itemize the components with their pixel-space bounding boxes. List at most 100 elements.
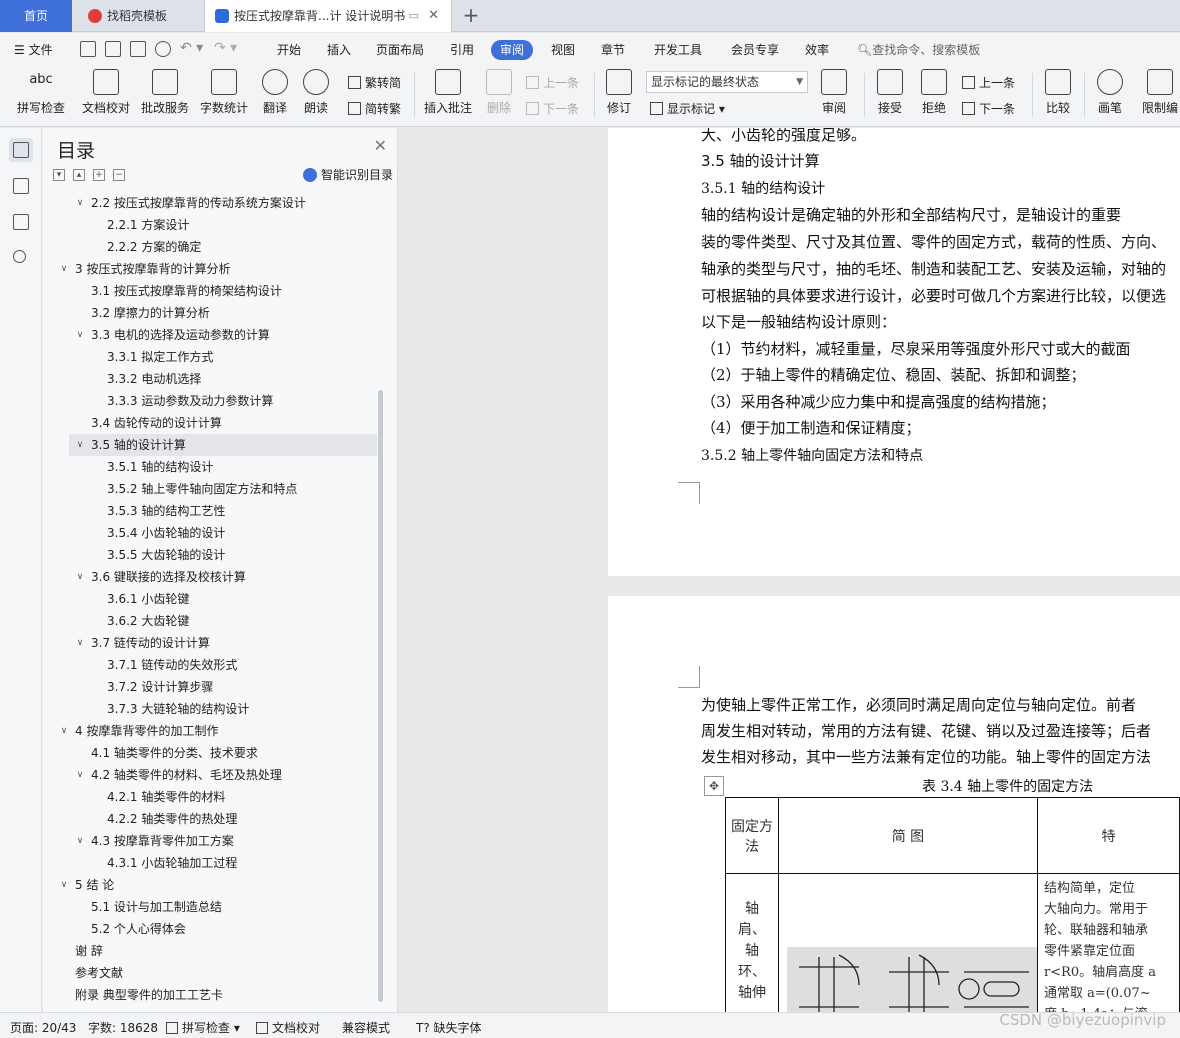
read-aloud-button[interactable]: 朗读 xyxy=(301,69,331,116)
page-indicator[interactable]: 页面: 20/43 xyxy=(10,1019,76,1036)
tab-home[interactable]: 首页 xyxy=(0,0,72,32)
save-icon[interactable] xyxy=(80,41,96,57)
toc-item[interactable]: 4.1 轴类零件的分类、技术要求 xyxy=(43,742,383,764)
word-count-indicator[interactable]: 字数: 18628 xyxy=(88,1019,158,1036)
toc-pane-button[interactable] xyxy=(9,138,33,162)
reject-button[interactable]: 拒绝 xyxy=(916,69,952,116)
toc-item[interactable]: 3.2 摩擦力的计算分析 xyxy=(43,302,383,324)
chevron-down-icon[interactable]: ∨ xyxy=(74,830,86,852)
table-move-icon[interactable]: ✥ xyxy=(704,776,724,796)
toc-item[interactable]: 3.7.1 链传动的失效形式 xyxy=(43,654,383,676)
tab-document[interactable]: 按压式按摩靠背...计 设计说明书 ▭ ✕ xyxy=(204,0,452,32)
menu-review[interactable]: 审阅 xyxy=(491,40,534,60)
menu-layout[interactable]: 页面布局 xyxy=(376,40,424,60)
spell-check-status[interactable]: 拼写检查 ▾ xyxy=(166,1019,240,1036)
menu-view[interactable]: 视图 xyxy=(551,40,575,60)
menu-references[interactable]: 引用 xyxy=(450,40,474,60)
menu-chapter[interactable]: 章节 xyxy=(601,40,625,60)
insert-comment-button[interactable]: 插入批注 xyxy=(422,69,474,116)
export-pdf-icon[interactable] xyxy=(105,41,121,57)
menu-efficiency[interactable]: 效率 xyxy=(805,40,829,60)
toc-item[interactable]: 3.5.1 轴的结构设计 xyxy=(43,456,383,478)
toc-item[interactable]: ∨ 3.3 电机的选择及运动参数的计算 xyxy=(43,324,383,346)
accept-button[interactable]: 接受 xyxy=(872,69,908,116)
toc-item[interactable]: ∨ 5 结 论 xyxy=(43,874,383,896)
toc-item[interactable]: 3.3.2 电动机选择 xyxy=(43,368,383,390)
find-pane-button[interactable] xyxy=(9,246,33,270)
pen-button[interactable]: 画笔 xyxy=(1094,69,1126,116)
tab-popout-icon[interactable]: ▭ xyxy=(409,0,419,32)
toc-item[interactable]: ∨ 3.7 链传动的设计计算 xyxy=(43,632,383,654)
trad-to-simp-button[interactable]: 繁转简 xyxy=(348,74,401,91)
toc-item[interactable]: 3.5.4 小齿轮轴的设计 xyxy=(43,522,383,544)
toc-item[interactable]: 2.2.2 方案的确定 xyxy=(43,236,383,258)
chevron-down-icon[interactable]: ∨ xyxy=(74,764,86,786)
translate-button[interactable]: 翻译 xyxy=(258,69,292,116)
toc-item[interactable]: 3.7.3 大链轮轴的结构设计 xyxy=(43,698,383,720)
toc-item[interactable]: 3.7.2 设计计算步骤 xyxy=(43,676,383,698)
redo-icon[interactable]: ↷ ▾ xyxy=(214,38,237,58)
command-search[interactable]: 🔍︎查找命令、搜索模板 xyxy=(857,40,980,60)
doc-check-button[interactable]: 文档校对 xyxy=(80,69,132,116)
spell-check-button[interactable]: abc 拼写检查 xyxy=(12,69,70,116)
toc-item[interactable]: 3.5.3 轴的结构工艺性 xyxy=(43,500,383,522)
toc-item[interactable]: 4.2.1 轴类零件的材料 xyxy=(43,786,383,808)
toc-item[interactable]: ∨ 2.2 按压式按摩靠背的传动系统方案设计 xyxy=(43,192,383,214)
menu-developer[interactable]: 开发工具 xyxy=(654,40,702,60)
markup-state-select[interactable]: 显示标记的最终状态 ▼ xyxy=(646,71,808,93)
new-tab-button[interactable]: + xyxy=(460,0,482,32)
toc-item[interactable]: 3.5.2 轴上零件轴向固定方法和特点 xyxy=(43,478,383,500)
toc-item[interactable]: 参考文献 xyxy=(43,962,383,984)
chevron-down-icon[interactable]: ∨ xyxy=(74,434,86,456)
menu-start[interactable]: 开始 xyxy=(277,40,301,60)
toc-item[interactable]: 谢 辞 xyxy=(43,940,383,962)
toc-item[interactable]: 4.3.1 小齿轮轴加工过程 xyxy=(43,852,383,874)
toc-item[interactable]: ∨ 4.2 轴类零件的材料、毛坯及热处理 xyxy=(43,764,383,786)
tab-close-icon[interactable]: ✕ xyxy=(428,0,439,32)
expand-icon[interactable]: ▴ xyxy=(73,169,85,181)
bookmark-pane-button[interactable] xyxy=(9,210,33,234)
chevron-down-icon[interactable]: ∨ xyxy=(74,632,86,654)
chevron-down-icon[interactable]: ∨ xyxy=(74,566,86,588)
toc-item[interactable]: 5.2 个人心得体会 xyxy=(43,918,383,940)
toc-item[interactable]: 3.3.1 拟定工作方式 xyxy=(43,346,383,368)
next-change-button[interactable]: 下一条 xyxy=(962,100,1015,117)
toc-item[interactable]: 3.3.3 运动参数及动力参数计算 xyxy=(43,390,383,412)
toc-item[interactable]: ∨ 3.6 键联接的选择及校核计算 xyxy=(43,566,383,588)
chevron-down-icon[interactable]: ∨ xyxy=(74,192,86,214)
collapse-all-icon[interactable]: ▾ xyxy=(53,169,65,181)
menu-member[interactable]: 会员专享 xyxy=(731,40,779,60)
chevron-down-icon[interactable]: ∨ xyxy=(58,258,70,280)
toc-item[interactable]: ∨ 4 按摩靠背零件的加工制作 xyxy=(43,720,383,742)
toc-item[interactable]: 5.1 设计与加工制造总结 xyxy=(43,896,383,918)
simp-to-trad-button[interactable]: 简转繁 xyxy=(348,100,401,117)
proofread-status[interactable]: 文档校对 xyxy=(256,1019,320,1036)
show-markup-button[interactable]: 显示标记 ▾ xyxy=(650,100,725,117)
undo-icon[interactable]: ↶ ▾ xyxy=(180,38,203,58)
toc-item[interactable]: 附录 典型零件的加工工艺卡 xyxy=(43,984,383,1006)
toc-item[interactable]: 3.6.2 大齿轮键 xyxy=(43,610,383,632)
toc-item[interactable]: 3.4 齿轮传动的设计计算 xyxy=(43,412,383,434)
add-heading-icon[interactable]: + xyxy=(93,169,105,181)
close-icon[interactable]: ✕ xyxy=(374,136,387,155)
remove-heading-icon[interactable]: − xyxy=(113,169,125,181)
toc-item[interactable]: 4.2.2 轴类零件的热处理 xyxy=(43,808,383,830)
next-comment-button[interactable]: 下一条 xyxy=(526,100,579,117)
smart-toc-button[interactable]: 智能识别目录 xyxy=(302,166,393,183)
word-count-button[interactable]: 字数统计 xyxy=(199,69,249,116)
toc-item[interactable]: ∨ 3.5 轴的设计计算 xyxy=(69,434,377,456)
toc-item[interactable]: ∨ 3 按压式按摩靠背的计算分析 xyxy=(43,258,383,280)
chevron-down-icon[interactable]: ∨ xyxy=(58,720,70,742)
missing-font-status[interactable]: T? 缺失字体 xyxy=(416,1019,482,1036)
toc-item[interactable]: 3.1 按压式按摩靠背的椅架结构设计 xyxy=(43,280,383,302)
batch-service-button[interactable]: 批改服务 xyxy=(140,69,190,116)
chevron-down-icon[interactable]: ∨ xyxy=(74,324,86,346)
toc-item[interactable]: 3.5.5 大齿轮轴的设计 xyxy=(43,544,383,566)
print-icon[interactable] xyxy=(130,41,146,57)
prev-comment-button[interactable]: 上一条 xyxy=(526,74,579,91)
toc-item[interactable]: 3.6.1 小齿轮键 xyxy=(43,588,383,610)
restrict-edit-button[interactable]: 限制编 xyxy=(1140,69,1180,116)
toc-item[interactable]: 2.2.1 方案设计 xyxy=(43,214,383,236)
file-menu[interactable]: ☰ 文件 xyxy=(14,40,53,60)
menu-insert[interactable]: 插入 xyxy=(327,40,351,60)
